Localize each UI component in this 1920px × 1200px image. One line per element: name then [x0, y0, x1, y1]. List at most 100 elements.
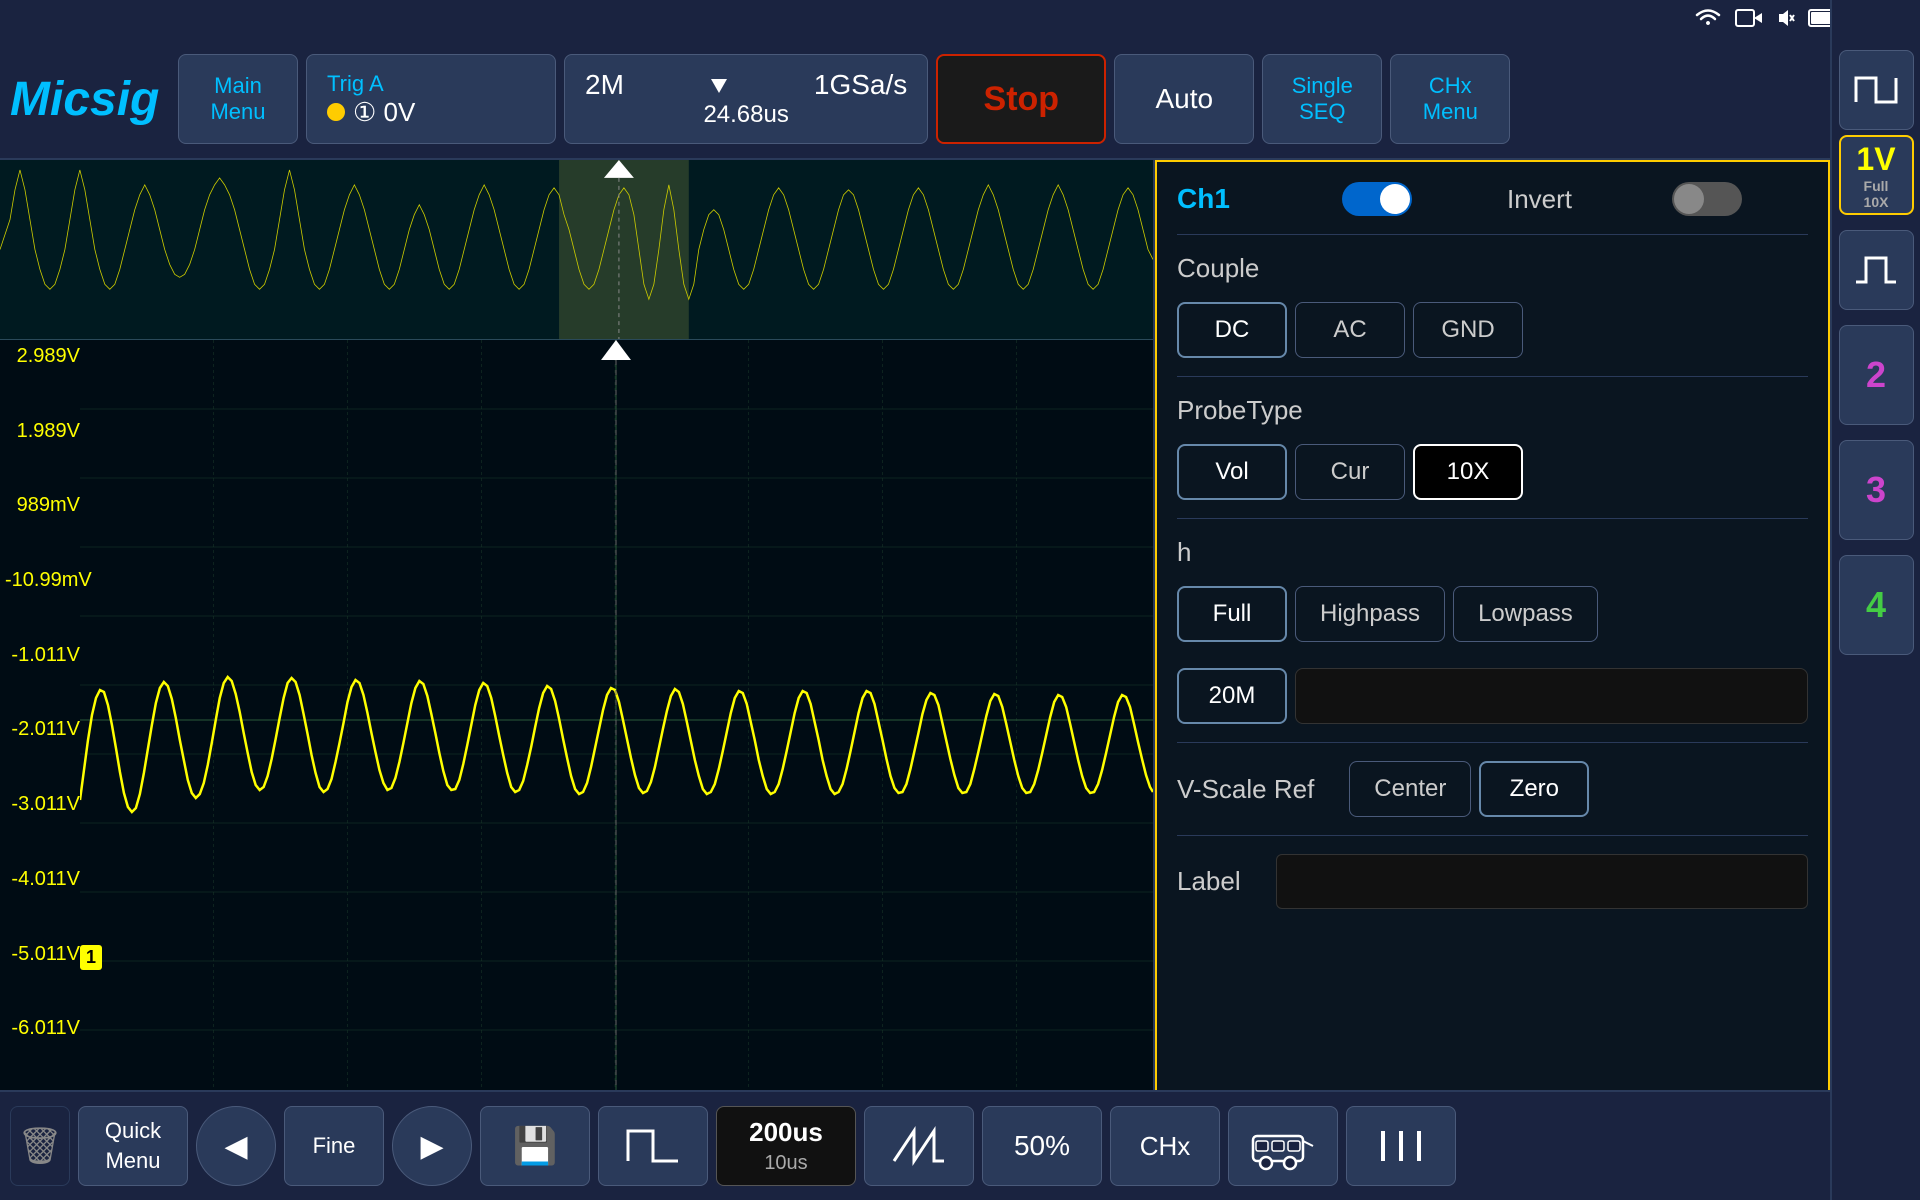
- y-label-6: -3.011V: [5, 793, 80, 816]
- ch1-toggle-thumb: [1380, 184, 1410, 214]
- h-20m-button[interactable]: 20M: [1177, 668, 1287, 724]
- ch1-toggle[interactable]: [1342, 182, 1412, 216]
- square-wave-icon-button[interactable]: [1839, 50, 1914, 130]
- y-label-9: -6.011V: [5, 1017, 80, 1040]
- ch1-toggle-row: Ch1 Invert: [1177, 182, 1808, 216]
- trig-display: Trig A ① 0V: [306, 54, 556, 144]
- ch1-label: Ch1: [1177, 183, 1327, 215]
- bottom-toolbar: 🗑 Quick Menu ◀ Fine ▶ 💾 200us 10us 50% C…: [0, 1090, 1830, 1200]
- y-label-1: 1.989V: [5, 420, 80, 443]
- waveform-display: 1: [80, 340, 1153, 1100]
- trig-value: ① 0V: [327, 97, 535, 128]
- vscale-row: V-Scale Ref Center Zero: [1177, 761, 1808, 817]
- nav-right-icon: ▶: [420, 1129, 443, 1164]
- fine-button[interactable]: Fine: [284, 1106, 384, 1186]
- probe-type-label: ProbeType: [1177, 395, 1303, 426]
- label-label: Label: [1177, 866, 1241, 897]
- probe-cur-button[interactable]: Cur: [1295, 444, 1405, 500]
- auto-button[interactable]: Auto: [1114, 54, 1254, 144]
- app-logo: Micsig: [10, 72, 170, 127]
- ch2-button[interactable]: 2: [1839, 325, 1914, 425]
- scope-overview: [0, 160, 1153, 340]
- pulse-icon-button[interactable]: [1839, 230, 1914, 310]
- couple-row: Couple: [1177, 253, 1808, 284]
- probe-vol-button[interactable]: Vol: [1177, 444, 1287, 500]
- time-display: 2M 1GSa/s 24.68us: [564, 54, 928, 144]
- ch1-scale-label: 1V Full 10X: [1839, 135, 1914, 215]
- time-left: 2M: [585, 69, 624, 101]
- vscale-zero-button[interactable]: Zero: [1479, 761, 1589, 817]
- h-highpass-button[interactable]: Highpass: [1295, 586, 1445, 642]
- nav-left-icon: ◀: [224, 1129, 247, 1164]
- label-row: Label: [1177, 854, 1808, 909]
- save-icon: 💾: [513, 1125, 558, 1167]
- ch4-button[interactable]: 4: [1839, 555, 1914, 655]
- v-scale-sub1: Full: [1864, 178, 1889, 194]
- pulse-shape-button[interactable]: [598, 1106, 708, 1186]
- wifi-icon: [1694, 7, 1722, 34]
- invert-toggle[interactable]: [1672, 182, 1742, 216]
- time-cursor: 24.68us: [703, 101, 788, 129]
- nav-left-button[interactable]: ◀: [196, 1106, 276, 1186]
- probe-type-row: ProbeType: [1177, 395, 1808, 426]
- save-button[interactable]: 💾: [480, 1106, 590, 1186]
- ch1-settings-panel: Ch1 Invert Couple DC AC GND ProbeType Vo…: [1155, 160, 1830, 1120]
- couple-label: Couple: [1177, 253, 1259, 284]
- scope-display[interactable]: 2.989V 1.989V 989mV -10.99mV -1.011V -2.…: [0, 160, 1155, 1120]
- status-bar: 5:28: [0, 0, 1920, 40]
- divider-5: [1177, 835, 1808, 836]
- ramp-shape-button[interactable]: [864, 1106, 974, 1186]
- mute-icon: [1774, 7, 1796, 34]
- time-right: 1GSa/s: [814, 69, 907, 101]
- invert-toggle-thumb: [1674, 184, 1704, 214]
- h-lowpass-button[interactable]: Lowpass: [1453, 586, 1598, 642]
- h-buttons-2: 20M: [1177, 668, 1808, 724]
- vscale-label: V-Scale Ref: [1177, 774, 1314, 805]
- main-menu-button[interactable]: Main Menu: [178, 54, 298, 144]
- h-buttons: Full Highpass Lowpass: [1177, 586, 1808, 642]
- y-label-7: -4.011V: [5, 868, 80, 891]
- nav-right-button[interactable]: ▶: [392, 1106, 472, 1186]
- time-selector-button[interactable]: 200us 10us: [716, 1106, 856, 1186]
- ch1-marker: 1: [80, 945, 102, 970]
- couple-dc-button[interactable]: DC: [1177, 302, 1287, 358]
- probe-10x-button[interactable]: 10X: [1413, 444, 1523, 500]
- percent-button[interactable]: 50%: [982, 1106, 1102, 1186]
- trash-icon: 🗑: [17, 1125, 63, 1167]
- label-input[interactable]: [1276, 854, 1808, 909]
- divider-3: [1177, 518, 1808, 519]
- probe-type-buttons: Vol Cur 10X: [1177, 444, 1808, 500]
- couple-buttons: DC AC GND: [1177, 302, 1808, 358]
- single-seq-button[interactable]: Single SEQ: [1262, 54, 1382, 144]
- chx-button[interactable]: CHx: [1110, 1106, 1220, 1186]
- vscale-buttons: Center Zero: [1349, 761, 1589, 817]
- quick-menu-button[interactable]: Quick Menu: [78, 1106, 188, 1186]
- y-label-8: -5.011V: [5, 943, 80, 966]
- time-main: 200us: [749, 1116, 823, 1150]
- h-blank-button[interactable]: [1295, 668, 1808, 724]
- time-sub: 10us: [764, 1150, 807, 1176]
- couple-ac-button[interactable]: AC: [1295, 302, 1405, 358]
- y-label-2: 989mV: [5, 494, 80, 517]
- right-channel-panel: 1V Full 10X 2 3 4: [1830, 0, 1920, 1200]
- ch3-button[interactable]: 3: [1839, 440, 1914, 540]
- bus-button[interactable]: [1228, 1106, 1338, 1186]
- y-label-5: -2.011V: [5, 718, 80, 741]
- chx-menu-button[interactable]: CHx Menu: [1390, 54, 1510, 144]
- y-label-3: -10.99mV: [5, 569, 80, 592]
- couple-gnd-button[interactable]: GND: [1413, 302, 1523, 358]
- bars-button[interactable]: [1346, 1106, 1456, 1186]
- trash-button[interactable]: 🗑: [10, 1106, 70, 1186]
- divider-1: [1177, 234, 1808, 235]
- v-scale-sub2: 10X: [1864, 194, 1889, 210]
- divider-4: [1177, 742, 1808, 743]
- trig-indicator: [327, 103, 345, 121]
- h-full-button[interactable]: Full: [1177, 586, 1287, 642]
- record-icon: [1734, 7, 1762, 34]
- trig-label: Trig A: [327, 71, 535, 97]
- stop-button[interactable]: Stop: [936, 54, 1106, 144]
- main-area: 2.989V 1.989V 989mV -10.99mV -1.011V -2.…: [0, 160, 1830, 1120]
- vscale-center-button[interactable]: Center: [1349, 761, 1471, 817]
- v-scale-value: 1V: [1856, 141, 1895, 178]
- y-label-0: 2.989V: [5, 345, 80, 368]
